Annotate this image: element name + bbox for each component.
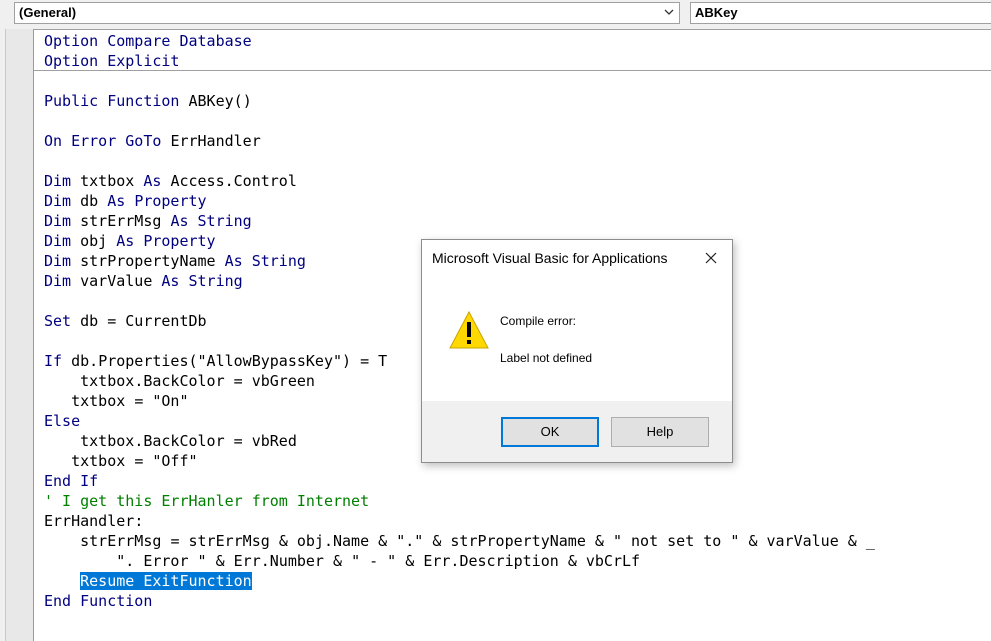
dialog-title: Microsoft Visual Basic for Applications xyxy=(432,250,668,266)
code-line[interactable] xyxy=(44,111,875,131)
object-combo-value: (General) xyxy=(19,5,77,20)
code-line[interactable]: Resume ExitFunction xyxy=(44,571,875,591)
procedure-combo[interactable]: ABKey xyxy=(690,2,991,24)
error-message: Label not defined xyxy=(500,351,593,365)
margin-indicator-bar[interactable] xyxy=(6,29,34,641)
warning-icon xyxy=(449,310,489,349)
code-window-toolbar: (General) ABKey xyxy=(0,0,991,29)
code-line[interactable]: Option Compare Database xyxy=(44,31,875,51)
help-button[interactable]: Help xyxy=(611,417,709,447)
code-line[interactable]: Dim txtbox As Access.Control xyxy=(44,171,875,191)
procedure-combo-value: ABKey xyxy=(695,5,738,20)
chevron-down-icon[interactable] xyxy=(663,6,675,18)
dialog-button-bar: OK Help xyxy=(422,401,732,462)
code-line[interactable]: End If xyxy=(44,471,875,491)
code-line[interactable]: ErrHandler: xyxy=(44,511,875,531)
code-line[interactable]: Dim db As Property xyxy=(44,191,875,211)
compile-error-dialog: Microsoft Visual Basic for Applications … xyxy=(421,239,733,463)
object-combo[interactable]: (General) xyxy=(14,2,680,24)
code-line[interactable]: ' I get this ErrHanler from Internet xyxy=(44,491,875,511)
code-line[interactable]: Option Explicit xyxy=(44,51,875,71)
ok-button[interactable]: OK xyxy=(501,417,599,447)
code-line[interactable] xyxy=(44,151,875,171)
code-line[interactable]: End Function xyxy=(44,591,875,611)
code-line[interactable]: On Error GoTo ErrHandler xyxy=(44,131,875,151)
error-heading: Compile error: xyxy=(500,314,577,328)
close-icon[interactable] xyxy=(704,251,718,265)
code-line[interactable]: strErrMsg = strErrMsg & obj.Name & "." &… xyxy=(44,531,875,551)
code-line[interactable]: Dim strErrMsg As String xyxy=(44,211,875,231)
code-line[interactable]: ". Error " & Err.Number & " - " & Err.De… xyxy=(44,551,875,571)
code-line[interactable] xyxy=(44,71,875,91)
code-line[interactable]: Public Function ABKey() xyxy=(44,91,875,111)
editor-border xyxy=(34,29,991,30)
